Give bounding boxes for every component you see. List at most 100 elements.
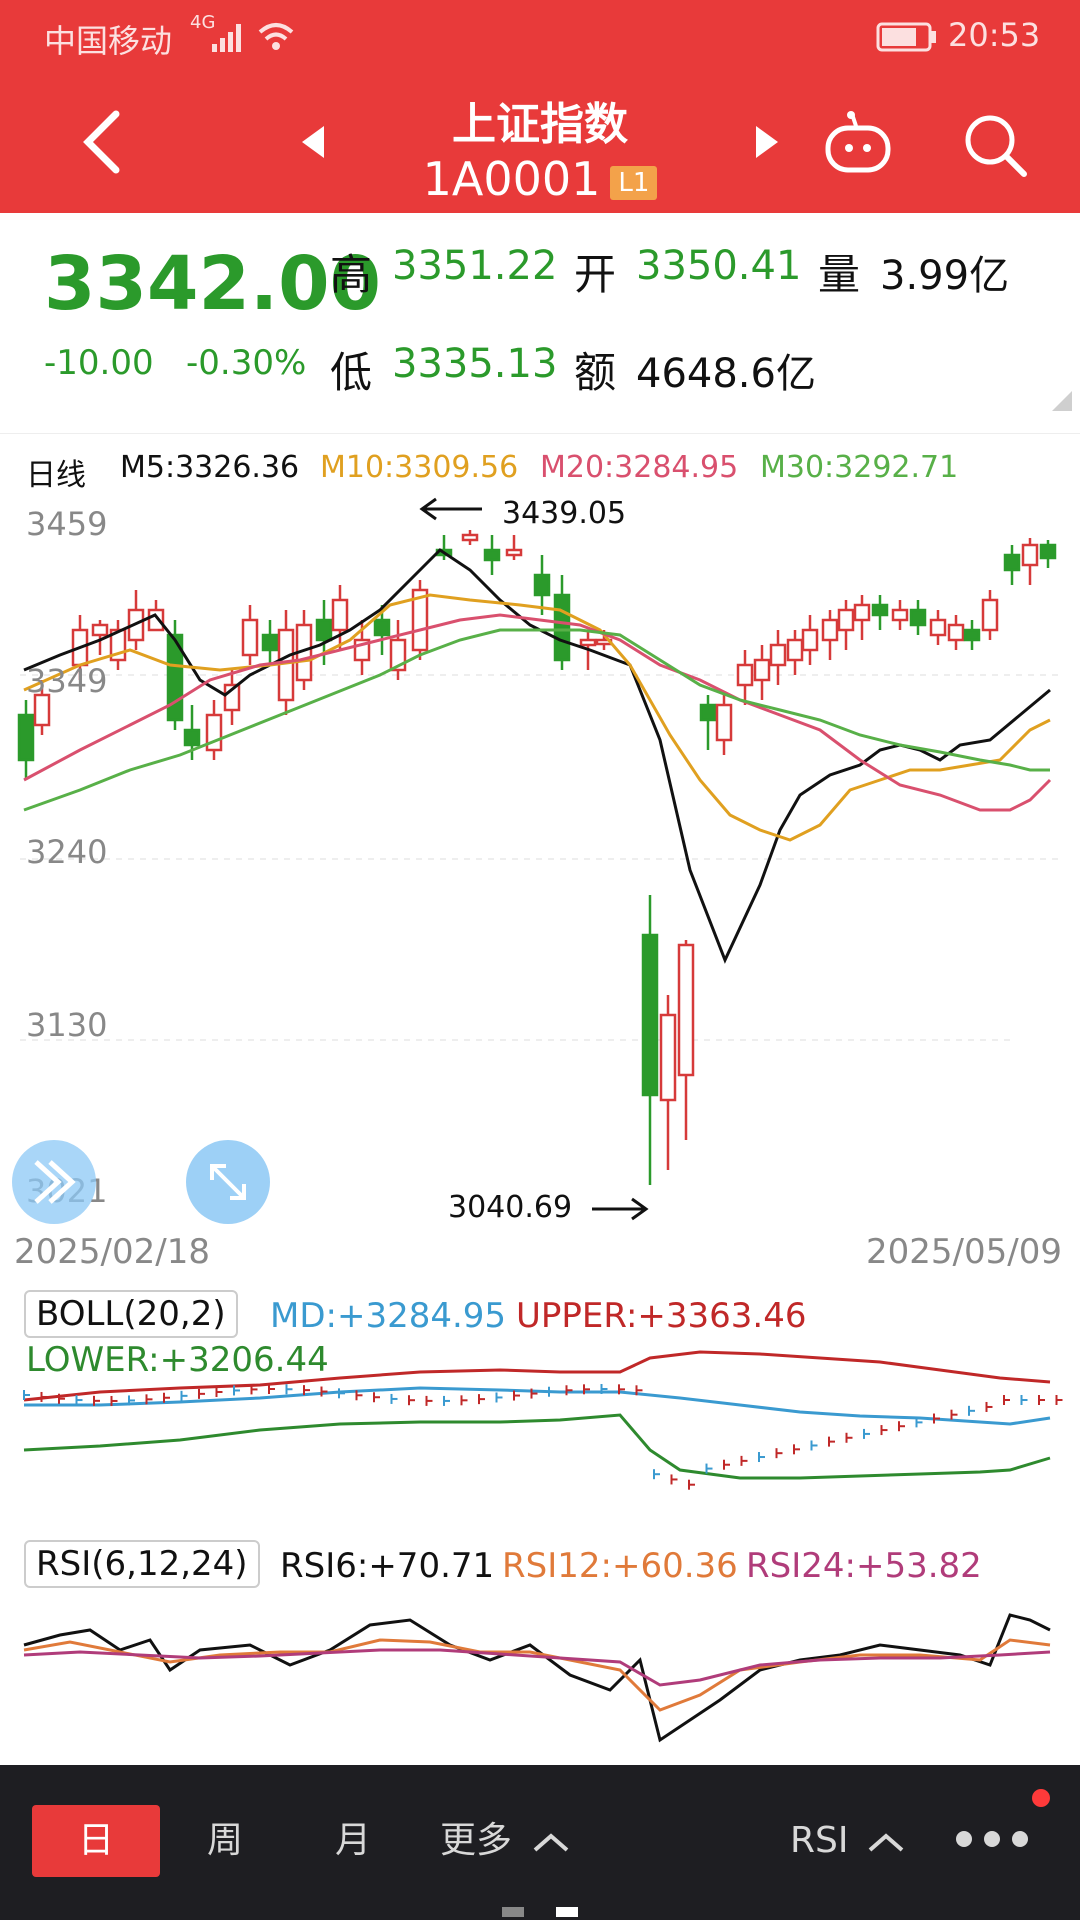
candle: [331, 585, 349, 650]
kline-chart[interactable]: [0, 490, 1080, 1230]
volume-value: 3.99亿: [880, 253, 1010, 299]
stock-code: 1A0001: [422, 152, 601, 206]
candle: [1021, 538, 1039, 585]
next-stock-icon[interactable]: [752, 122, 782, 162]
candle-body: [871, 603, 889, 617]
candle-body: [659, 1013, 677, 1102]
candle: [109, 620, 127, 670]
candle: [929, 610, 947, 645]
indicator-selector[interactable]: RSI: [790, 1805, 920, 1877]
tab-week[interactable]: 周: [180, 1805, 270, 1877]
low-value: 3335.13: [392, 341, 558, 387]
candle: [461, 530, 479, 545]
back-icon[interactable]: [78, 108, 126, 176]
search-icon[interactable]: [960, 110, 1030, 180]
high-label: 高: [330, 250, 373, 299]
candle: [205, 700, 223, 760]
prev-stock-icon[interactable]: [298, 122, 328, 162]
candle-body: [533, 573, 551, 597]
candle: [871, 595, 889, 630]
candle-body: [553, 593, 571, 662]
more-options-icon[interactable]: [952, 1827, 1032, 1851]
ma5-legend: M5:3326.36: [120, 450, 300, 485]
candle: [505, 535, 523, 560]
candle-body: [91, 623, 109, 637]
candle: [715, 695, 733, 755]
page-indicator-active: [556, 1907, 578, 1917]
boll-md: MD:+3284.95: [270, 1296, 507, 1336]
candle: [753, 645, 771, 700]
candle-body: [947, 623, 965, 642]
candle-body: [963, 628, 981, 642]
fullscreen-button[interactable]: [186, 1140, 270, 1224]
arrow-left-icon: [419, 497, 482, 521]
level-badge: L1: [610, 165, 658, 200]
candle-body: [261, 633, 279, 652]
candle-body: [837, 608, 855, 632]
tab-day[interactable]: 日: [32, 1805, 160, 1877]
stock-name: 上证指数: [452, 99, 628, 150]
boll-indicator-button[interactable]: BOLL(20,2): [24, 1290, 238, 1338]
candle: [786, 630, 804, 675]
candle: [659, 995, 677, 1170]
candle-body: [17, 713, 35, 762]
tab-more[interactable]: 更多: [440, 1805, 610, 1877]
amount-value: 4648.6亿: [636, 351, 816, 397]
chevron-up-icon: [534, 1833, 569, 1852]
arrow-right-icon: [592, 1197, 649, 1221]
ma30-legend: M30:3292.71: [760, 450, 959, 485]
candle-body: [1039, 543, 1057, 560]
clock: 20:53: [948, 16, 1041, 54]
tab-month[interactable]: 月: [308, 1805, 398, 1877]
low-annotation: 3040.69: [448, 1190, 573, 1225]
open-label: 开: [574, 250, 617, 299]
fast-forward-button[interactable]: [12, 1140, 96, 1224]
candle-body: [677, 943, 695, 1077]
candle: [821, 610, 839, 660]
candle-body: [483, 548, 501, 562]
candle-body: [641, 933, 659, 1097]
candle: [1039, 540, 1057, 568]
y-tick-label: 3349: [26, 662, 108, 700]
candle: [411, 580, 429, 660]
candle: [389, 620, 407, 680]
candle-body: [769, 643, 787, 667]
price-change: -10.00: [44, 343, 154, 383]
candle-body: [891, 608, 909, 622]
tab-more-label: 更多: [440, 1820, 513, 1861]
candle: [166, 620, 184, 730]
volume-label: 量: [818, 250, 861, 299]
candle-body: [315, 618, 333, 642]
period-label: 日线: [26, 458, 86, 493]
divider: [0, 433, 1080, 434]
open-value: 3350.41: [636, 243, 802, 289]
price-change-pct: -0.30%: [186, 343, 307, 383]
candle-body: [699, 703, 717, 722]
expand-corner-icon[interactable]: [1052, 391, 1072, 411]
rsi-chart[interactable]: [0, 1590, 1080, 1750]
candle-body: [853, 603, 871, 622]
chevron-up-icon: [868, 1833, 904, 1852]
battery-icon: [876, 22, 936, 52]
y-tick-label: 3459: [26, 505, 108, 543]
candle: [736, 650, 754, 705]
amount-label: 额: [574, 348, 617, 397]
chevrons-icon: [34, 1160, 76, 1204]
candle: [981, 590, 999, 640]
rsi-indicator-button[interactable]: RSI(6,12,24): [24, 1540, 260, 1588]
candle: [483, 535, 501, 575]
candle: [801, 615, 819, 665]
candle: [223, 670, 241, 725]
candle: [1003, 545, 1021, 585]
candle-body: [1021, 543, 1039, 567]
candle: [963, 620, 981, 650]
notification-dot: [1032, 1789, 1050, 1807]
boll-lower-line: [23, 1413, 1051, 1480]
quote-panel: 3342.00 -10.00 -0.30% 高 3351.22 开 3350.4…: [0, 213, 1080, 433]
candle: [947, 615, 965, 650]
indicator-selector-label: RSI: [790, 1820, 849, 1861]
high-value: 3351.22: [392, 243, 558, 289]
boll-chart[interactable]: [0, 1350, 1080, 1500]
candle-body: [1003, 553, 1021, 572]
robot-assistant-icon[interactable]: [822, 110, 894, 176]
